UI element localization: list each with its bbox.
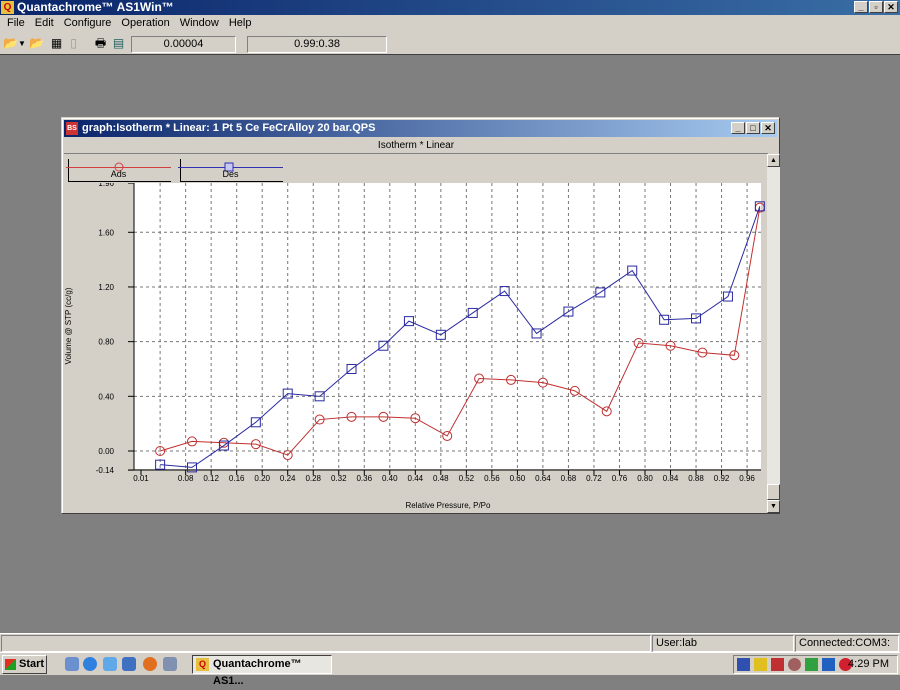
- x-axis-label: Relative Pressure, P/Po: [406, 501, 491, 510]
- toolbar: 📂 ▼ 📂 ▦ ▯ 🖶 ▤ 0.00004 0.99:0.38: [0, 33, 900, 55]
- update-icon[interactable]: [805, 658, 818, 671]
- security-icon[interactable]: [754, 658, 767, 671]
- status-user: User:lab: [652, 635, 794, 652]
- scroll-thumb[interactable]: [767, 484, 780, 500]
- scroll-down-button[interactable]: ▼: [767, 500, 780, 513]
- windows-logo-icon: [5, 659, 16, 670]
- x-tick-label: 0.56: [484, 474, 500, 483]
- graph-window-titlebar: BS graph:Isotherm * Linear: 1 Pt 5 Ce Fe…: [64, 120, 777, 137]
- network-disconnected-icon[interactable]: [771, 658, 784, 671]
- app-launcher-icon[interactable]: [122, 657, 136, 671]
- y-tick-label: 0.00: [98, 447, 114, 456]
- x-tick-label: 0.44: [408, 474, 424, 483]
- y-tick-label: 1.60: [98, 228, 114, 237]
- show-desktop-icon[interactable]: [65, 657, 79, 671]
- x-tick-label: 0.08: [178, 474, 194, 483]
- start-label: Start: [19, 658, 45, 670]
- x-tick-label: 0.88: [688, 474, 704, 483]
- save-icon[interactable]: ▯: [66, 36, 81, 51]
- child-minimize-button[interactable]: _: [731, 122, 745, 134]
- x-tick-label: 0.36: [356, 474, 372, 483]
- legend-des[interactable]: Des: [178, 156, 283, 182]
- menu-bar: File Edit Configure Operation Window Hel…: [0, 15, 900, 33]
- child-maximize-button[interactable]: □: [746, 122, 760, 134]
- clock: 4:29 PM: [848, 658, 889, 670]
- print-icon[interactable]: 🖶: [93, 36, 108, 51]
- x-tick-label: 0.76: [612, 474, 628, 483]
- minimize-button[interactable]: _: [854, 1, 868, 13]
- child-close-button[interactable]: ✕: [761, 122, 775, 134]
- isotherm-chart: 1.96 1.60 1.20 0.80 0.40 0.00 -0.14 0.01 0.08 0.1…: [64, 183, 765, 510]
- x-tick-label: 0.72: [586, 474, 602, 483]
- vertical-scrollbar[interactable]: ▲ ▼: [767, 154, 780, 513]
- menu-help[interactable]: Help: [224, 15, 257, 33]
- dropdown-arrow-icon[interactable]: ▼: [18, 36, 26, 51]
- x-tick-label: 0.60: [510, 474, 526, 483]
- x-tick-label: 0.48: [433, 474, 449, 483]
- y-tick-label: 1.96: [98, 183, 114, 188]
- x-tick-label: 0.12: [203, 474, 219, 483]
- legend-des-label: Des: [222, 169, 239, 179]
- menu-edit[interactable]: Edit: [30, 15, 59, 33]
- x-tick-label: 0.24: [280, 474, 296, 483]
- menu-operation[interactable]: Operation: [116, 15, 174, 33]
- app-icon: Q: [1, 1, 14, 14]
- network-icon[interactable]: [737, 658, 750, 671]
- y-tick-label: 0.40: [98, 392, 114, 401]
- x-tick-label: 0.32: [331, 474, 347, 483]
- scroll-up-button[interactable]: ▲: [767, 154, 780, 167]
- pressure-readout: 0.00004: [131, 36, 236, 53]
- x-tick-label: 0.64: [535, 474, 551, 483]
- graph-subtitle: Isotherm * Linear: [64, 137, 768, 154]
- x-tick-label: 0.40: [382, 474, 398, 483]
- status-connection: Connected:COM3:: [795, 635, 899, 652]
- graph-window-icon: BS: [66, 122, 78, 135]
- taskbar-app-label: Quantachrome™ AS1...: [213, 658, 302, 687]
- close-button[interactable]: ✕: [884, 1, 898, 13]
- legend-ads-label: Ads: [110, 169, 127, 179]
- firefox-icon[interactable]: [143, 657, 157, 671]
- graph-icon[interactable]: ▦: [49, 36, 64, 51]
- ratio-readout: 0.99:0.38: [247, 36, 387, 53]
- graph-window-title: graph:Isotherm * Linear: 1 Pt 5 Ce FeCrA…: [82, 122, 376, 134]
- x-tick-label: 0.92: [714, 474, 730, 483]
- y-tick-label: 0.80: [98, 338, 114, 347]
- menu-file[interactable]: File: [2, 15, 30, 33]
- graph-window: BS graph:Isotherm * Linear: 1 Pt 5 Ce Fe…: [61, 117, 780, 514]
- task-app-icon: Q: [196, 658, 209, 671]
- plot-area: [134, 183, 761, 469]
- x-tick-label: 0.28: [305, 474, 321, 483]
- restore-button[interactable]: ▫: [869, 1, 883, 13]
- x-tick-label: 0.68: [561, 474, 577, 483]
- open-file-icon[interactable]: 📂: [29, 36, 44, 51]
- internet-explorer-icon[interactable]: [83, 657, 97, 671]
- x-tick-label: 0.80: [637, 474, 653, 483]
- utility-icon[interactable]: [163, 657, 177, 671]
- status-bar: User:lab Connected:COM3:: [0, 633, 900, 652]
- y-tick-label: -0.14: [96, 466, 115, 475]
- taskbar-app-button[interactable]: Q Quantachrome™ AS1...: [192, 655, 332, 687]
- x-tick-label: 0.84: [663, 474, 679, 483]
- menu-configure[interactable]: Configure: [59, 15, 117, 33]
- y-tick-label: 1.20: [98, 283, 114, 292]
- open-new-icon[interactable]: 📂: [3, 36, 18, 51]
- monitor-icon[interactable]: [822, 658, 835, 671]
- app-title: Quantachrome™ AS1Win™: [17, 0, 174, 14]
- menu-window[interactable]: Window: [175, 15, 224, 33]
- x-tick-label: 0.52: [459, 474, 475, 483]
- tray-app-icon[interactable]: [788, 658, 801, 671]
- app-titlebar: Q Quantachrome™ AS1Win™ _ ▫ ✕: [0, 0, 900, 15]
- x-tick-label: 0.20: [254, 474, 270, 483]
- x-tick-label: 0.16: [229, 474, 245, 483]
- start-button[interactable]: Start: [2, 655, 47, 674]
- taskbar: Start Q Quantachrome™ AS1... 4:29 PM: [0, 652, 900, 687]
- x-tick-label: 0.01: [133, 474, 149, 483]
- report-icon[interactable]: ▤: [111, 36, 126, 51]
- x-tick-label: 0.96: [739, 474, 755, 483]
- system-tray: 4:29 PM: [733, 655, 898, 674]
- status-message: [1, 635, 651, 652]
- y-axis-label: Volume @ STP (cc/g): [64, 287, 73, 364]
- explorer-icon[interactable]: [103, 657, 117, 671]
- legend-ads[interactable]: Ads: [66, 156, 171, 182]
